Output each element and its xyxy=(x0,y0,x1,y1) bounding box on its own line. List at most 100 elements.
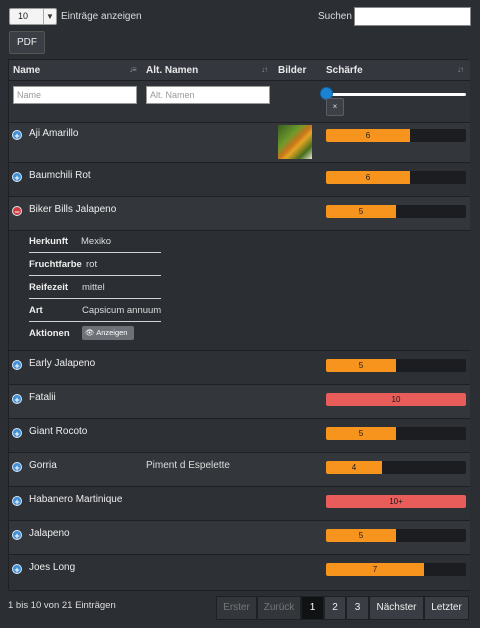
table-row[interactable]: + Aji Amarillo 6 xyxy=(9,123,470,163)
expand-icon[interactable]: + xyxy=(12,564,22,575)
header-images: Bilder xyxy=(278,65,307,76)
expand-icon[interactable]: + xyxy=(12,496,22,507)
expand-icon[interactable]: + xyxy=(12,530,22,541)
alt-name-filter-input[interactable]: Alt. Namen xyxy=(146,86,270,104)
table-row[interactable]: + Habanero Martinique 10+ xyxy=(9,487,470,521)
row-name: Gorria xyxy=(29,460,57,471)
table-row[interactable]: + Jalapeno 5 xyxy=(9,521,470,555)
row-detail-panel: Herkunft Mexiko Fruchtfarbe rot Reifezei… xyxy=(9,231,470,351)
heat-bar: 10+ xyxy=(326,495,466,508)
detail-ripening: Reifezeit mittel xyxy=(29,277,161,299)
row-name: Joes Long xyxy=(29,562,76,573)
expand-icon[interactable]: + xyxy=(12,130,22,141)
detail-actions: Aktionen 👁 Anzeigen xyxy=(29,323,161,345)
pdf-export-button[interactable]: PDF xyxy=(9,31,45,54)
table-row[interactable]: + Giant Rocoto 5 xyxy=(9,419,470,453)
sort-icon[interactable]: ↓↑ xyxy=(261,65,268,74)
detail-value: Mexiko xyxy=(81,236,112,247)
sort-icon[interactable]: ↓↑ xyxy=(457,65,464,74)
slider-reset-button[interactable]: × xyxy=(326,98,344,116)
detail-label: Art xyxy=(29,305,43,316)
sort-asc-icon[interactable]: ↓≡ xyxy=(129,65,137,74)
previous-page-button[interactable]: Zurück xyxy=(257,596,301,620)
heat-bar-label: 5 xyxy=(358,429,364,438)
heat-bar-label: 10+ xyxy=(389,497,403,506)
heat-bar: 5 xyxy=(326,205,466,218)
heat-bar-label: 5 xyxy=(358,531,364,540)
entries-per-page-select[interactable]: 10 ▼ xyxy=(9,8,57,25)
heat-bar-label: 4 xyxy=(351,463,357,472)
heat-bar: 6 xyxy=(326,171,466,184)
heat-bar: 7 xyxy=(326,563,466,576)
heat-bar: 6 xyxy=(326,129,466,142)
table-row[interactable]: + Gorria Piment d Espelette 4 xyxy=(9,453,470,487)
header-name[interactable]: Name xyxy=(13,65,40,76)
page-button-1[interactable]: 1 xyxy=(301,596,324,620)
page-button-2[interactable]: 2 xyxy=(324,596,346,620)
heat-bar: 5 xyxy=(326,529,466,542)
table-controls: 10 ▼ Einträge anzeigen Suchen xyxy=(0,0,480,32)
heat-bar-label: 5 xyxy=(358,361,364,370)
row-alt-name: Piment d Espelette xyxy=(146,460,230,471)
entries-label: Einträge anzeigen xyxy=(61,11,142,22)
heat-bar-label: 7 xyxy=(372,565,378,574)
next-page-button[interactable]: Nächster xyxy=(369,596,424,620)
heat-range-slider-track[interactable] xyxy=(326,93,466,96)
chili-thumbnail-image[interactable] xyxy=(278,125,312,159)
expand-icon[interactable]: + xyxy=(12,394,22,405)
table-row[interactable]: + Fatalii 10 xyxy=(9,385,470,419)
header-alt-names[interactable]: Alt. Namen xyxy=(146,65,198,76)
page-button-3[interactable]: 3 xyxy=(346,596,369,620)
chili-table: Name ↓≡ Alt. Namen ↓↑ Bilder Schärfe ↓↑ … xyxy=(8,59,470,591)
table-header: Name ↓≡ Alt. Namen ↓↑ Bilder Schärfe ↓↑ xyxy=(9,60,470,81)
show-button-label: Anzeigen xyxy=(96,328,128,337)
heat-bar-label: 6 xyxy=(365,173,371,182)
collapse-icon[interactable]: − xyxy=(12,206,22,217)
show-button[interactable]: 👁 Anzeigen xyxy=(82,326,134,340)
table-row[interactable]: + Joes Long 7 xyxy=(9,555,470,591)
heat-bar: 4 xyxy=(326,461,466,474)
row-name: Giant Rocoto xyxy=(29,426,88,437)
detail-label: Aktionen xyxy=(29,328,70,339)
search-input[interactable] xyxy=(354,7,471,26)
heat-bar: 10 xyxy=(326,393,466,406)
row-name: Jalapeno xyxy=(29,528,70,539)
last-page-button[interactable]: Letzter xyxy=(424,596,469,620)
row-name: Fatalii xyxy=(29,392,56,403)
row-name: Biker Bills Jalapeno xyxy=(29,204,117,215)
expand-icon[interactable]: + xyxy=(12,360,22,371)
detail-origin: Herkunft Mexiko xyxy=(29,231,161,253)
expand-icon[interactable]: + xyxy=(12,462,22,473)
first-page-button[interactable]: Erster xyxy=(216,596,257,620)
detail-fruit-color: Fruchtfarbe rot xyxy=(29,254,161,276)
entries-per-page-value: 10 xyxy=(18,11,29,21)
heat-bar-label: 6 xyxy=(365,131,371,140)
eye-icon: 👁 xyxy=(85,328,95,337)
row-name: Early Jalapeno xyxy=(29,358,96,369)
row-name: Aji Amarillo xyxy=(29,128,79,139)
row-name: Habanero Martinique xyxy=(29,494,123,505)
detail-label: Reifezeit xyxy=(29,282,69,293)
header-heat[interactable]: Schärfe xyxy=(326,65,363,76)
filter-row: Name Alt. Namen × xyxy=(9,81,470,123)
heat-bar: 5 xyxy=(326,427,466,440)
detail-label: Fruchtfarbe xyxy=(29,259,82,270)
heat-bar-label: 10 xyxy=(391,395,401,404)
detail-label: Herkunft xyxy=(29,236,69,247)
row-name: Baumchili Rot xyxy=(29,170,91,181)
chevron-down-icon: ▼ xyxy=(43,9,56,24)
detail-value: rot xyxy=(86,259,98,270)
table-info: 1 bis 10 von 21 Einträgen xyxy=(8,600,116,611)
search-label: Suchen xyxy=(318,11,352,22)
heat-bar: 5 xyxy=(326,359,466,372)
expand-icon[interactable]: + xyxy=(12,172,22,183)
expand-icon[interactable]: + xyxy=(12,428,22,439)
table-row[interactable]: + Baumchili Rot 6 xyxy=(9,163,470,197)
name-filter-input[interactable]: Name xyxy=(13,86,137,104)
heat-bar-label: 5 xyxy=(358,207,364,216)
table-row[interactable]: + Early Jalapeno 5 xyxy=(9,351,470,385)
detail-species: Art Capsicum annuum xyxy=(29,300,161,322)
detail-value: mittel xyxy=(82,282,105,293)
table-row[interactable]: − Biker Bills Jalapeno 5 xyxy=(9,197,470,231)
detail-value: Capsicum annuum xyxy=(82,305,162,316)
